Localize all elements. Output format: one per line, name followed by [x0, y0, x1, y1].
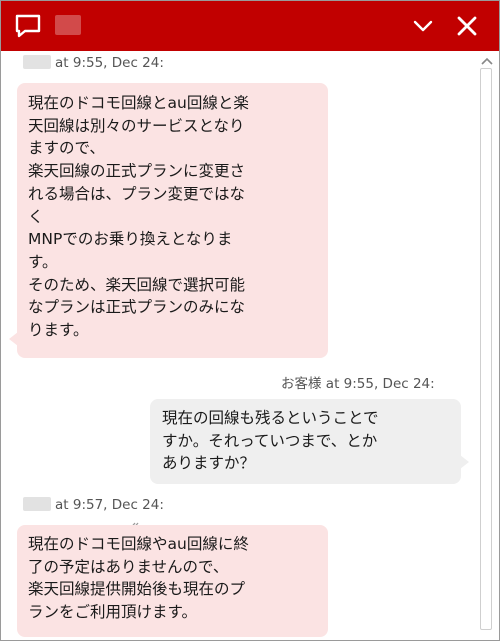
message-list: at 9:55, Dec 24: 現在のドコモ回線とau回線と楽 天回線は別々の…	[1, 51, 473, 640]
chevron-down-icon[interactable]	[411, 15, 435, 37]
customer-message-bubble: 現在の回線も残るということで すか。それっていつまで、とか ありますか？	[150, 399, 461, 484]
agent-name-blurred	[23, 497, 51, 511]
bubble-tail	[460, 455, 469, 469]
scroll-up-arrow-icon[interactable]	[480, 56, 494, 66]
chat-window: at 9:55, Dec 24: 現在のドコモ回線とau回線と楽 天回線は別々の…	[0, 0, 500, 641]
agent-name-blurred	[23, 55, 51, 69]
chat-header	[1, 1, 499, 51]
agent-message-bubble: 現在のドコモ回線とau回線と楽 天回線は別々のサービスとなり ますので、 楽天回…	[17, 83, 328, 358]
message-meta: at 9:55, Dec 24:	[23, 55, 164, 71]
agent-message-bubble: 現在のドコモ回線やau回線に終 了の予定はありませんので、 楽天回線提供開始後も…	[17, 525, 328, 637]
message-meta: at 9:57, Dec 24:	[23, 497, 164, 513]
agent-name-blurred	[55, 15, 81, 35]
scrollbar-thumb[interactable]	[480, 68, 492, 630]
chat-bubble-icon	[15, 14, 41, 38]
message-meta: お客様 at 9:55, Dec 24:	[281, 376, 435, 392]
close-icon[interactable]	[455, 14, 479, 38]
